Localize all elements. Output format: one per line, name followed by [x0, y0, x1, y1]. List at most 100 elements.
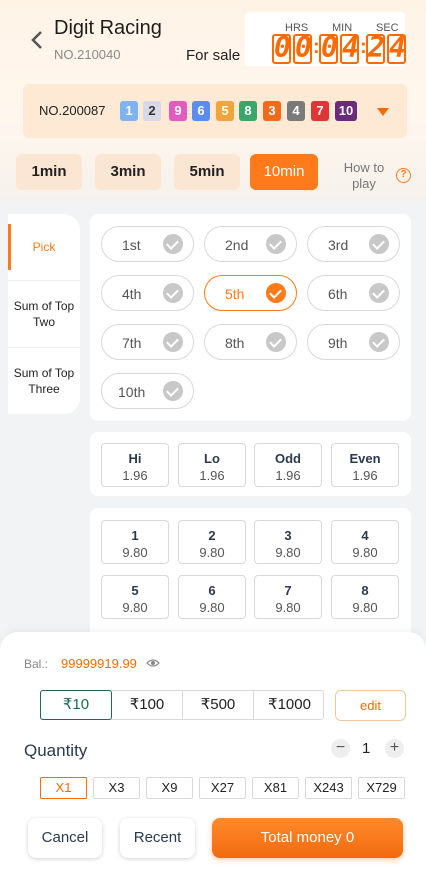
chip-500[interactable]: ₹500	[183, 691, 254, 719]
position-option-selected[interactable]: 5th	[204, 275, 297, 311]
check-icon	[163, 332, 183, 352]
timer-digit: 0	[319, 31, 338, 64]
check-icon	[369, 332, 389, 352]
position-option[interactable]: 7th	[101, 324, 194, 360]
eye-icon[interactable]	[146, 658, 160, 668]
bet-label: Odd	[275, 451, 301, 466]
result-ball: 1	[120, 101, 138, 121]
multiplier-x81[interactable]: X81	[252, 777, 299, 799]
result-ball: 4	[287, 101, 305, 121]
multiplier-x729[interactable]: X729	[358, 777, 405, 799]
bet-option-number[interactable]: 1 9.80	[101, 520, 169, 564]
multiplier-x3[interactable]: X3	[93, 777, 140, 799]
side-nav-pick[interactable]: Pick	[8, 214, 80, 280]
bet-label: Lo	[204, 451, 220, 466]
bet-odds: 1.96	[199, 468, 225, 483]
bet-odds: 1.96	[352, 468, 378, 483]
timer-digit: 4	[340, 31, 359, 64]
bet-label: 6	[208, 583, 216, 598]
last-result-bar[interactable]: NO.200087 1 2 9 6 5 8 3 4 7 10	[23, 84, 407, 138]
position-option[interactable]: 3rd	[307, 226, 400, 262]
result-ball: 10	[335, 101, 357, 121]
bet-option-number[interactable]: 5 9.80	[101, 575, 169, 619]
bet-odds: 9.80	[275, 545, 301, 560]
edit-amount-button[interactable]: edit	[335, 690, 406, 721]
bet-option-number[interactable]: 7 9.80	[254, 575, 322, 619]
bet-odds: 9.80	[352, 600, 378, 615]
check-icon	[266, 234, 286, 254]
check-icon	[266, 332, 286, 352]
multiplier-x9[interactable]: X9	[146, 777, 193, 799]
sale-status: For sale	[186, 47, 241, 64]
back-arrow-icon[interactable]	[28, 28, 48, 52]
chip-1000[interactable]: ₹1000	[254, 691, 325, 719]
how-to-play-link[interactable]: How to play	[338, 160, 390, 192]
bet-option-hi[interactable]: Hi 1.96	[101, 443, 169, 487]
bet-option-number[interactable]: 3 9.80	[254, 520, 322, 564]
multiplier-x243[interactable]: X243	[305, 777, 352, 799]
result-ball: 7	[311, 101, 329, 121]
bet-odds: 9.80	[199, 545, 225, 560]
quantity-minus-button[interactable]: −	[331, 739, 350, 758]
check-icon	[266, 283, 286, 303]
bet-option-lo[interactable]: Lo 1.96	[178, 443, 246, 487]
result-ball: 6	[192, 101, 210, 121]
expand-caret-icon[interactable]	[377, 108, 389, 116]
multiplier-x1[interactable]: X1	[40, 777, 87, 799]
countdown-timer: HRS MIN SEC 0 0 : 0 4 : 2 4	[245, 12, 406, 66]
position-option[interactable]: 10th	[101, 373, 194, 409]
bet-odds: 1.96	[275, 468, 301, 483]
position-option[interactable]: 6th	[307, 275, 400, 311]
page-title: Digit Racing	[54, 17, 162, 39]
side-nav-sum-top-two[interactable]: Sum of Top Two	[8, 281, 80, 347]
bet-option-even[interactable]: Even 1.96	[331, 443, 399, 487]
bet-option-odd[interactable]: Odd 1.96	[254, 443, 322, 487]
result-ball: 5	[216, 101, 234, 121]
check-icon	[369, 283, 389, 303]
chip-10[interactable]: ₹10	[40, 690, 112, 720]
issue-number: NO.210040	[54, 47, 121, 62]
bet-option-number[interactable]: 2 9.80	[178, 520, 246, 564]
check-icon	[163, 381, 183, 401]
amount-chips: ₹10 ₹100 ₹500 ₹1000	[40, 690, 324, 720]
bet-label: Even	[349, 451, 381, 466]
tab-3min[interactable]: 3min	[95, 154, 161, 190]
position-label: 9th	[328, 335, 348, 351]
hilo-panel: Hi 1.96 Lo 1.96 Odd 1.96 Even 1.96	[90, 432, 411, 496]
bet-label: 7	[284, 583, 292, 598]
position-option[interactable]: 1st	[101, 226, 194, 262]
balance-label: Bal.:	[24, 657, 49, 671]
tab-5min[interactable]: 5min	[174, 154, 240, 190]
check-icon	[163, 283, 183, 303]
recent-button[interactable]: Recent	[120, 818, 195, 858]
position-option[interactable]: 4th	[101, 275, 194, 311]
timer-digit: 4	[387, 31, 406, 64]
total-money-button[interactable]: Total money 0	[212, 818, 403, 858]
help-icon[interactable]: ?	[396, 168, 411, 183]
position-label: 3rd	[328, 237, 349, 253]
result-ball: 2	[143, 101, 161, 121]
timer-digit: 0	[293, 31, 312, 64]
position-option[interactable]: 8th	[204, 324, 297, 360]
quantity-label: Quantity	[24, 741, 88, 760]
bet-odds: 9.80	[199, 600, 225, 615]
tab-1min[interactable]: 1min	[16, 154, 82, 190]
chip-100[interactable]: ₹100	[112, 691, 183, 719]
position-label: 1st	[122, 237, 141, 253]
timer-digit: 0	[272, 31, 291, 64]
bet-option-number[interactable]: 4 9.80	[331, 520, 399, 564]
bet-option-number[interactable]: 6 9.80	[178, 575, 246, 619]
bet-label: 3	[284, 528, 292, 543]
check-icon	[163, 234, 183, 254]
tab-10min[interactable]: 10min	[250, 154, 318, 190]
position-label: 7th	[122, 335, 142, 351]
multiplier-x27[interactable]: X27	[199, 777, 246, 799]
bet-label: 2	[208, 528, 216, 543]
quantity-plus-button[interactable]: +	[385, 739, 404, 758]
bet-option-number[interactable]: 8 9.80	[331, 575, 399, 619]
side-nav-sum-top-three[interactable]: Sum of Top Three	[8, 348, 80, 414]
result-ball: 9	[169, 101, 187, 121]
cancel-button[interactable]: Cancel	[28, 818, 102, 858]
position-option[interactable]: 9th	[307, 324, 400, 360]
position-option[interactable]: 2nd	[204, 226, 297, 262]
